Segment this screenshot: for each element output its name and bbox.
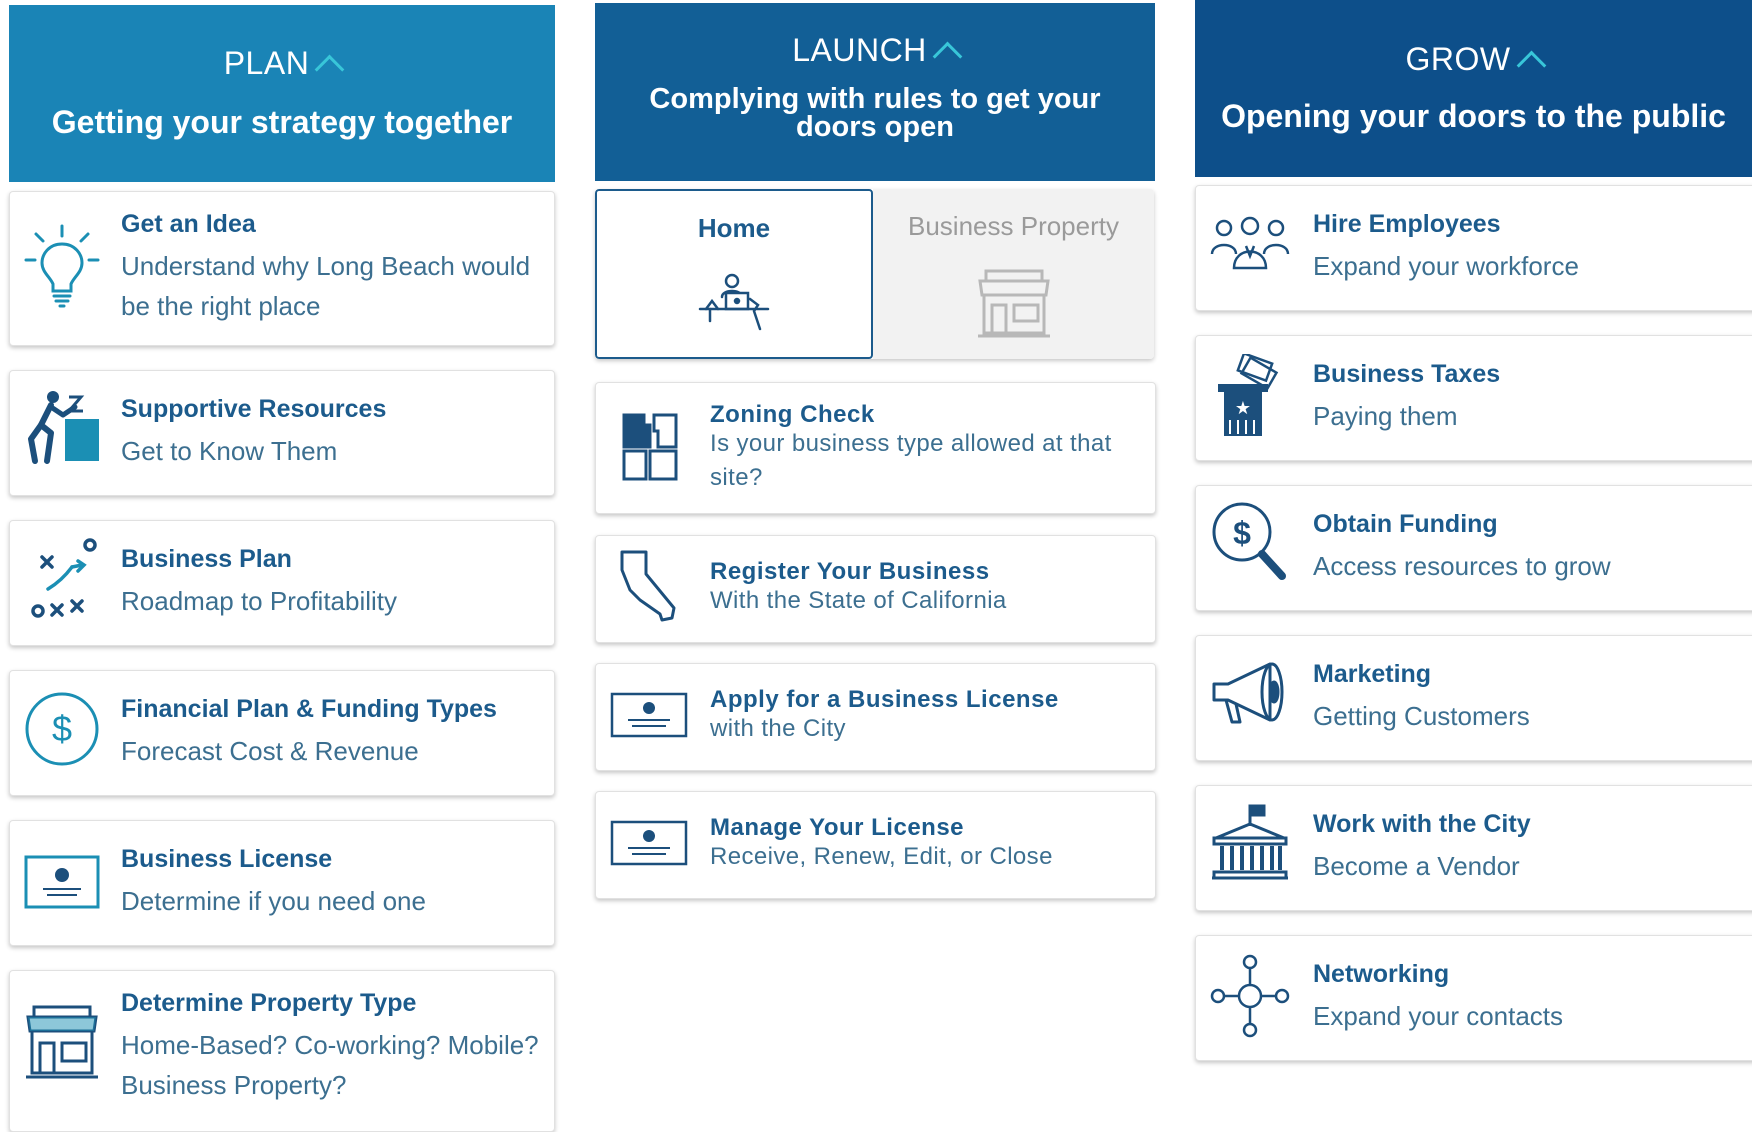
grow-item-hire-employees[interactable]: Hire Employees Expand your workforce [1195, 185, 1752, 311]
grow-item-obtain-funding[interactable]: $ Obtain Funding Access resources to gro… [1195, 485, 1752, 611]
grow-item-marketing[interactable]: Marketing Getting Customers [1195, 635, 1752, 761]
chevron-up-icon [1516, 50, 1546, 81]
item-title: Business Plan [121, 545, 292, 573]
employees-group-icon [1210, 216, 1290, 270]
item-title: Zoning Check [710, 401, 875, 428]
launch-tab-bar: Home Business Property [595, 189, 1154, 359]
plan-item-supportive-resources[interactable]: Supportive Resources Get to Know Them [9, 370, 555, 496]
dollar-circle-icon: $ [25, 692, 99, 766]
item-title: Financial Plan & Funding Types [121, 695, 497, 723]
item-description: Become a Vendor [1313, 851, 1520, 881]
item-description: Roadmap to Profitability [121, 586, 398, 616]
grow-item-work-with-the-city[interactable]: Work with the City Become a Vendor [1195, 785, 1752, 911]
item-title: Business Taxes [1313, 360, 1501, 388]
launch-item-zoning-check[interactable]: Zoning Check Is your business type allow… [595, 382, 1156, 514]
chevron-up-icon [932, 41, 963, 71]
license-certificate-icon [610, 692, 688, 738]
item-description: with the City [710, 715, 846, 742]
grow-subtitle: Opening your doors to the public [1221, 98, 1726, 134]
launch-item-manage-your-license[interactable]: Manage Your License Receive, Renew, Edit… [595, 791, 1156, 899]
svg-text:$: $ [1233, 515, 1251, 551]
storefront-icon [977, 269, 1050, 338]
item-title: Get an Idea [121, 210, 256, 238]
item-title: Hire Employees [1313, 210, 1501, 238]
item-title: Marketing [1313, 660, 1432, 688]
item-description: Is your business type allowed at that si… [710, 430, 1112, 491]
item-title: Work with the City [1313, 810, 1531, 838]
plan-item-business-license[interactable]: Business License Determine if you need o… [9, 820, 555, 946]
zoning-map-icon [622, 413, 678, 481]
item-title: Supportive Resources [121, 395, 387, 423]
home-desk-icon [698, 273, 770, 331]
svg-text:$: $ [52, 708, 72, 749]
california-map-icon [620, 550, 676, 622]
city-hall-icon [1212, 804, 1288, 880]
chevron-up-icon [314, 54, 345, 85]
launch-item-apply-business-license[interactable]: Apply for a Business License with the Ci… [595, 663, 1156, 771]
item-description: Expand your contacts [1313, 1001, 1564, 1031]
item-description: Expand your workforce [1313, 251, 1579, 281]
plan-phase-label: PLAN [223, 45, 310, 81]
dollar-magnifier-icon: $ [1212, 502, 1286, 580]
item-title: Apply for a Business License [710, 686, 1059, 713]
item-description: Understand why Long Beach would be the r… [121, 251, 531, 321]
item-title: Networking [1313, 960, 1450, 988]
item-description: With the State of California [710, 587, 1007, 614]
grow-header[interactable]: GROW Opening your doors to the public [1195, 0, 1752, 177]
item-description: Getting Customers [1313, 701, 1530, 731]
climbing-person-icon [28, 391, 99, 464]
item-title: Register Your Business [710, 558, 990, 585]
item-description: Forecast Cost & Revenue [121, 736, 419, 766]
grow-item-networking[interactable]: Networking Expand your contacts [1195, 935, 1752, 1061]
tax-money-icon: ★ [1218, 354, 1279, 436]
grow-item-business-taxes[interactable]: ★ Business Taxes Paying them [1195, 335, 1752, 461]
item-description: Paying them [1313, 401, 1458, 431]
tab-label: Business Property [908, 211, 1119, 241]
megaphone-icon [1212, 662, 1284, 724]
item-title: Business License [121, 845, 333, 873]
plan-item-get-an-idea[interactable]: Get an Idea Understand why Long Beach wo… [9, 191, 555, 346]
lightbulb-icon [24, 224, 100, 308]
plan-header[interactable]: PLAN Getting your strategy together [9, 5, 555, 182]
launch-header[interactable]: LAUNCH Complying with rules to get your … [595, 3, 1155, 181]
item-description: Determine if you need one [121, 886, 426, 916]
item-description: Get to Know Them [121, 436, 338, 466]
grow-phase-label: GROW [1405, 41, 1511, 77]
launch-subtitle: Complying with rules to get your doors o… [649, 82, 1101, 143]
item-title: Obtain Funding [1313, 510, 1498, 538]
plan-item-determine-property-type[interactable]: Determine Property Type Home-Based? Co-w… [9, 970, 555, 1132]
tab-home[interactable]: Home [595, 189, 873, 359]
item-title: Manage Your License [710, 814, 965, 841]
plan-subtitle: Getting your strategy together [51, 104, 513, 140]
item-description: Home-Based? Co-working? Mobile? Business… [121, 1030, 539, 1100]
license-certificate-icon [610, 820, 688, 866]
launch-phase-label: LAUNCH [792, 31, 927, 68]
item-description: Access resources to grow [1313, 551, 1611, 581]
svg-text:★: ★ [1235, 398, 1251, 419]
network-nodes-icon [1210, 954, 1290, 1038]
launch-item-register-your-business[interactable]: Register Your Business With the State of… [595, 535, 1156, 643]
item-title: Determine Property Type [121, 989, 417, 1017]
plan-item-business-plan[interactable]: Business Plan Roadmap to Profitability [9, 520, 555, 646]
item-description: Receive, Renew, Edit, or Close [710, 843, 1053, 870]
license-certificate-icon [24, 855, 100, 909]
storefront-icon [26, 1005, 98, 1079]
tab-label: Home [697, 213, 771, 243]
tab-business-property[interactable]: Business Property [873, 189, 1154, 359]
strategy-play-icon [31, 538, 97, 618]
plan-item-financial-plan[interactable]: $ Financial Plan & Funding Types Forecas… [9, 670, 555, 796]
